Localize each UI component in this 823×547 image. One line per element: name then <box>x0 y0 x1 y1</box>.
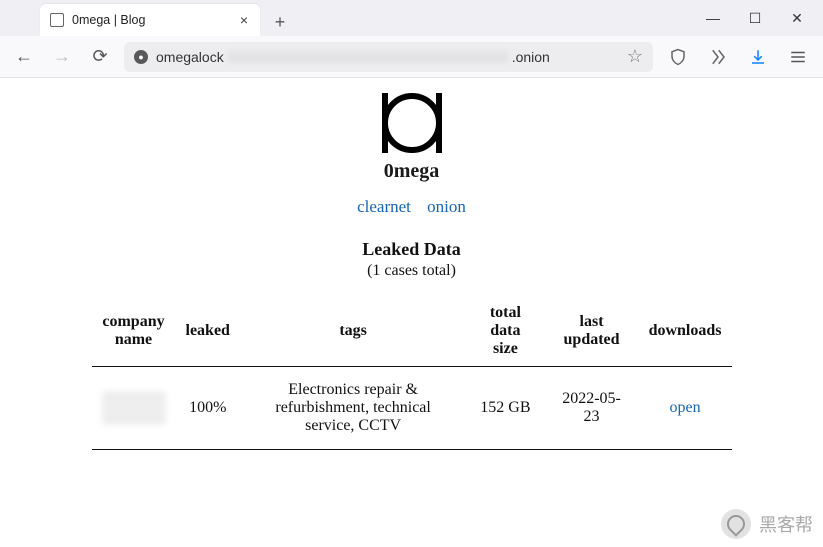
url-suffix: .onion <box>512 49 550 65</box>
menu-icon[interactable] <box>783 42 813 72</box>
section-subtitle: (1 cases total) <box>10 262 813 280</box>
reload-button[interactable]: ⟳ <box>86 43 114 71</box>
tab-title: 0mega | Blog <box>72 13 230 27</box>
browser-tab[interactable]: 0mega | Blog × <box>40 4 260 36</box>
lock-icon: ● <box>134 50 148 64</box>
table-header-row: companyname leaked tags totaldata size l… <box>92 298 732 367</box>
col-leaked: leaked <box>176 298 240 367</box>
extensions-icon[interactable] <box>703 42 733 72</box>
url-text: omegalock .onion <box>156 49 619 65</box>
url-prefix: omegalock <box>156 49 224 65</box>
toolbar: ← → ⟳ ● omegalock .onion ☆ <box>0 36 823 78</box>
col-size: totaldata size <box>466 298 544 367</box>
maximize-button[interactable]: ☐ <box>735 4 775 32</box>
new-tab-button[interactable]: + <box>266 8 294 36</box>
cell-updated: 2022-05-23 <box>545 367 639 450</box>
onion-link[interactable]: onion <box>427 197 466 216</box>
downloads-icon[interactable] <box>743 42 773 72</box>
redacted-company <box>102 391 166 425</box>
cell-size: 152 GB <box>466 367 544 450</box>
site-nav: clearnet onion <box>10 197 813 217</box>
bookmark-icon[interactable]: ☆ <box>627 46 643 67</box>
close-window-button[interactable]: ✕ <box>777 4 817 32</box>
close-tab-icon[interactable]: × <box>238 12 250 28</box>
table-row: 100% Electronics repair & refurbishment,… <box>92 367 732 450</box>
leaked-data-table: companyname leaked tags totaldata size l… <box>92 298 732 450</box>
clearnet-link[interactable]: clearnet <box>357 197 411 216</box>
url-redacted <box>228 51 508 63</box>
minimize-button[interactable]: — <box>693 4 733 32</box>
cell-downloads: open <box>639 367 732 450</box>
address-bar[interactable]: ● omegalock .onion ☆ <box>124 42 653 72</box>
open-link[interactable]: open <box>669 399 700 416</box>
col-updated: lastupdated <box>545 298 639 367</box>
brand-logo-icon <box>378 92 446 154</box>
col-downloads: downloads <box>639 298 732 367</box>
watermark-text: 黑客帮 <box>759 511 813 537</box>
cell-tags: Electronics repair & refurbishment, tech… <box>240 367 466 450</box>
forward-button: → <box>48 43 76 71</box>
page-content: 0mega clearnet onion Leaked Data (1 case… <box>0 78 823 450</box>
cell-leaked: 100% <box>176 367 240 450</box>
watermark: 黑客帮 <box>721 509 813 539</box>
brand-name: 0mega <box>10 160 813 183</box>
section-title: Leaked Data <box>10 239 813 260</box>
back-button[interactable]: ← <box>10 43 38 71</box>
col-company: companyname <box>92 298 176 367</box>
favicon-icon <box>50 13 64 27</box>
window-controls: — ☐ ✕ <box>693 4 817 32</box>
cell-company <box>92 367 176 450</box>
shield-icon[interactable] <box>663 42 693 72</box>
tab-strip: 0mega | Blog × + — ☐ ✕ <box>0 0 823 36</box>
watermark-icon <box>721 509 751 539</box>
col-tags: tags <box>240 298 466 367</box>
